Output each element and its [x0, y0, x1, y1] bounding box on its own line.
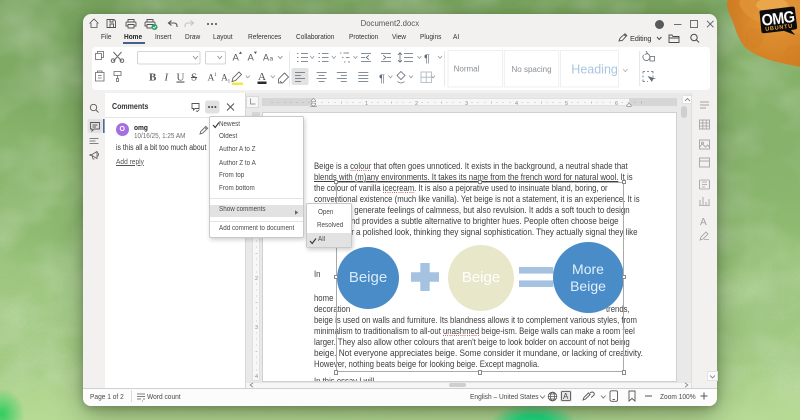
- svg-text:1: 1: [214, 72, 217, 78]
- svg-text:a: a: [270, 56, 274, 63]
- svg-text:6: 6: [614, 100, 617, 106]
- svg-text:5: 5: [564, 100, 567, 106]
- svg-text:A: A: [563, 392, 569, 401]
- svg-text:Editing: Editing: [630, 34, 652, 43]
- svg-text:3: 3: [464, 100, 467, 106]
- svg-text:2: 2: [414, 100, 417, 106]
- svg-text:I: I: [164, 72, 170, 84]
- svg-text:A: A: [248, 53, 255, 64]
- svg-text:4: 4: [514, 100, 517, 106]
- svg-text:A: A: [263, 53, 269, 63]
- svg-text:No spacing: No spacing: [512, 65, 552, 74]
- svg-text:S: S: [191, 72, 197, 84]
- svg-text:¶: ¶: [379, 73, 385, 85]
- svg-text:1: 1: [364, 100, 367, 106]
- svg-text:A: A: [700, 217, 707, 228]
- svg-text:4: 4: [254, 374, 257, 380]
- svg-text:A: A: [233, 53, 240, 64]
- svg-text:B: B: [149, 72, 157, 84]
- svg-text:U: U: [177, 72, 185, 84]
- svg-text:¶: ¶: [424, 53, 430, 65]
- svg-text:Normal: Normal: [454, 65, 480, 74]
- svg-text:1: 1: [228, 79, 231, 85]
- svg-text:3: 3: [254, 325, 257, 331]
- svg-text:2: 2: [254, 276, 257, 282]
- svg-text:A: A: [258, 71, 266, 83]
- svg-text:Heading: Heading: [571, 63, 618, 77]
